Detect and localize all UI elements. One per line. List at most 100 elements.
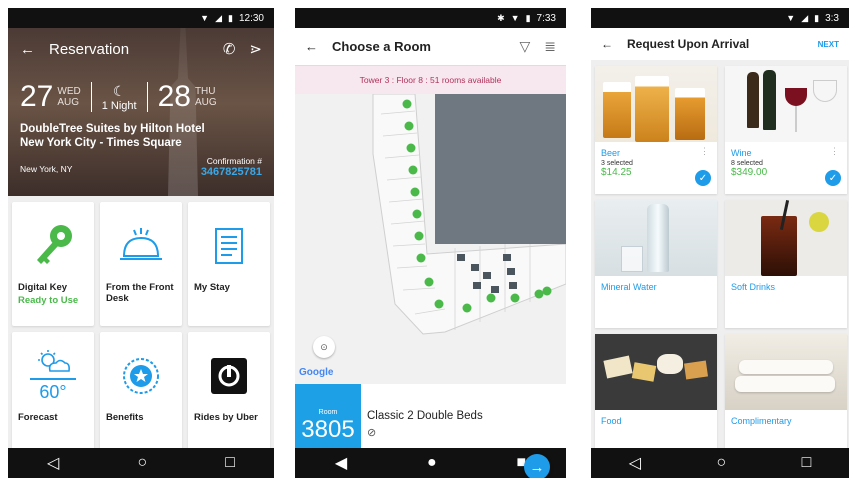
beer-image: [595, 66, 717, 142]
uber-icon: [194, 340, 264, 412]
tile-front-desk[interactable]: From the Front Desk: [100, 202, 182, 326]
back-arrow-icon[interactable]: ←: [20, 41, 35, 58]
android-nav-bar: ◁ ○ □: [591, 448, 849, 478]
hotel-name-line2: New York City - Times Square: [20, 137, 182, 149]
item-card-complimentary[interactable]: Complimentary: [725, 334, 847, 462]
back-arrow-icon[interactable]: ←: [601, 37, 613, 51]
tile-my-stay[interactable]: My Stay: [188, 202, 270, 326]
status-bar: ✱ ▼ ▮ 7:33: [295, 8, 566, 28]
tile-status: Ready to Use: [18, 295, 79, 306]
reservation-header: ← Reservation ✆ ⋗ 27 WED AUG ☾ 1 Night 28 …: [8, 28, 274, 196]
app-bar: ← Choose a Room ▽ ≣: [295, 28, 566, 66]
app-bar: ← Request Upon Arrival NEXT: [591, 28, 849, 60]
phone-icon[interactable]: ✆: [223, 40, 236, 58]
tile-digital-key[interactable]: Digital Key Ready to Use: [12, 202, 94, 326]
checkout-month: AUG: [194, 97, 217, 108]
floor-plan: [372, 94, 566, 335]
tile-label: My Stay: [194, 282, 230, 293]
item-card-mineral-water[interactable]: Mineral Water: [595, 200, 717, 328]
item-card-soft-drinks[interactable]: Soft Drinks: [725, 200, 847, 328]
bluetooth-icon: ✱: [497, 12, 505, 23]
item-selected-count: 3 selected: [601, 160, 633, 167]
status-bar: ▼ ◢ ▮ 3:3: [591, 8, 849, 28]
status-bar: ▼ ◢ ▮ 12:30: [8, 8, 274, 28]
item-card-food[interactable]: Food: [595, 334, 717, 462]
room-label: Room: [318, 408, 338, 416]
tile-benefits[interactable]: Benefits: [100, 332, 182, 456]
document-icon: [194, 210, 264, 282]
recents-nav-icon[interactable]: □: [802, 454, 812, 472]
home-nav-icon[interactable]: ●: [427, 454, 437, 472]
status-time: 3:3: [825, 12, 839, 24]
android-nav-bar: ◁ ○ □: [8, 448, 274, 478]
back-arrow-icon[interactable]: ←: [305, 39, 318, 54]
food-image: [595, 334, 717, 410]
checkin-weekday: WED: [57, 86, 81, 97]
divider: [30, 378, 76, 380]
battery-icon: ▮: [228, 12, 233, 23]
soft-drinks-image: [725, 200, 847, 276]
home-nav-icon[interactable]: ○: [716, 454, 726, 472]
list-icon[interactable]: ≣: [544, 38, 556, 55]
choose-room-screen: ✱ ▼ ▮ 7:33 ← Choose a Room ▽ ≣ Tower 3 :…: [295, 8, 566, 478]
complimentary-image: [725, 334, 847, 410]
next-button[interactable]: NEXT: [818, 40, 839, 49]
temperature: 60°: [39, 381, 67, 402]
room-type: Classic 2 Double Beds: [367, 410, 483, 422]
home-nav-icon[interactable]: ○: [137, 454, 147, 472]
back-nav-icon[interactable]: ◀: [335, 453, 347, 473]
page-title: Request Upon Arrival: [627, 37, 750, 51]
services-grid: Digital Key Ready to Use From the Front …: [8, 196, 274, 456]
item-name: Mineral Water: [601, 282, 657, 292]
back-nav-icon[interactable]: ◁: [47, 453, 59, 473]
tile-forecast[interactable]: 60° Forecast: [12, 332, 94, 456]
battery-icon: ▮: [814, 12, 820, 23]
floor-map[interactable]: ⊙ Google: [295, 94, 566, 384]
item-name: Soft Drinks: [731, 282, 776, 292]
back-nav-icon[interactable]: ◁: [629, 453, 641, 473]
locate-icon[interactable]: ⊙: [313, 336, 335, 358]
tile-label: Digital Key: [18, 282, 68, 293]
nights-count: 1 Night: [101, 99, 137, 112]
checkin-month: AUG: [57, 97, 80, 108]
wifi-icon: ▼: [786, 13, 796, 23]
status-time: 7:33: [536, 12, 556, 24]
page-title: Reservation: [49, 40, 130, 58]
hotel-city: New York, NY: [20, 164, 73, 174]
mineral-water-image: [595, 200, 717, 276]
checkout-weekday: THU: [194, 86, 216, 97]
signal-icon: ◢: [215, 12, 223, 23]
hotel-name-line1: DoubleTree Suites by Hilton Hotel: [20, 123, 205, 135]
request-items-grid: ⋮ Beer 3 selected $14.25 ✓ ⋮ Wine 8 sele…: [591, 60, 849, 468]
item-card-wine[interactable]: ⋮ Wine 8 selected $349.00 ✓: [725, 66, 847, 194]
item-card-beer[interactable]: ⋮ Beer 3 selected $14.25 ✓: [595, 66, 717, 194]
signal-icon: ◢: [801, 12, 809, 23]
next-arrow-button[interactable]: →: [524, 454, 550, 478]
divider: [90, 82, 92, 112]
checkout-day: 28: [157, 80, 191, 113]
divider: [146, 82, 148, 112]
page-title: Choose a Room: [332, 39, 431, 54]
bell-icon: [106, 210, 176, 282]
wifi-icon: ▼: [200, 13, 210, 23]
checkin-day: 27: [20, 80, 54, 113]
wine-image: [725, 66, 847, 142]
share-icon[interactable]: ⋗: [249, 40, 262, 58]
recents-nav-icon[interactable]: □: [225, 454, 235, 472]
confirmation-number[interactable]: 3467825781: [201, 166, 262, 178]
tile-label: Rides by Uber: [194, 412, 258, 423]
filter-icon[interactable]: ▽: [519, 38, 530, 55]
key-icon: [18, 210, 88, 282]
tile-label: From the Front Desk: [106, 282, 174, 304]
checkmark-icon[interactable]: ✓: [695, 170, 711, 186]
wifi-icon: ▼: [510, 13, 520, 23]
more-options-icon[interactable]: ⋮: [830, 146, 839, 157]
tile-uber[interactable]: Rides by Uber: [188, 332, 270, 456]
availability-banner: Tower 3 : Floor 8 : 51 rooms available: [295, 66, 566, 94]
weather-icon: 60°: [18, 340, 88, 412]
request-upon-arrival-screen: ▼ ◢ ▮ 3:3 ← Request Upon Arrival NEXT ⋮ …: [591, 8, 849, 478]
more-options-icon[interactable]: ⋮: [700, 146, 709, 157]
tile-label: Forecast: [18, 412, 58, 423]
checkmark-icon[interactable]: ✓: [825, 170, 841, 186]
battery-icon: ▮: [525, 12, 531, 23]
